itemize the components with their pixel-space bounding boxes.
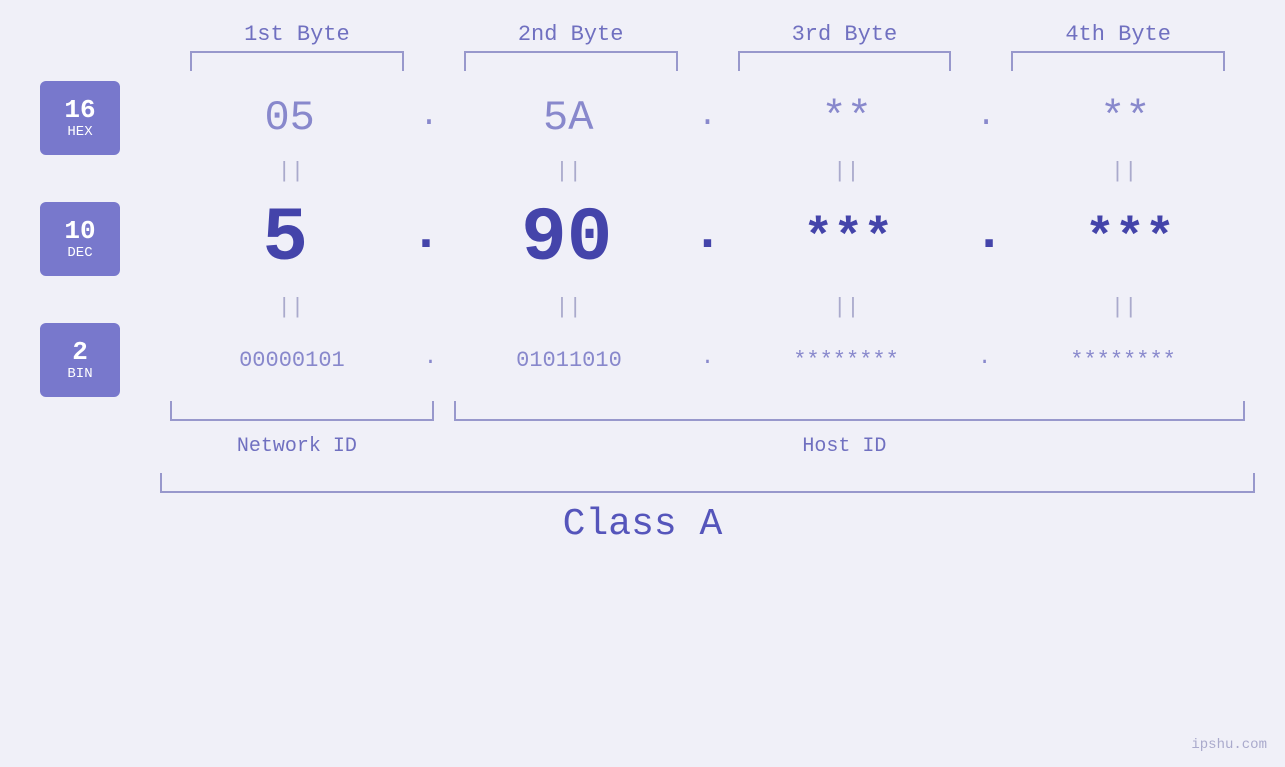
dec-dot1: .	[410, 204, 441, 263]
bin-byte3: ********	[793, 348, 899, 373]
eq1-b2: ||	[438, 159, 700, 184]
bin-byte2: 01011010	[516, 348, 622, 373]
eq2-b1: ||	[160, 295, 422, 320]
bin-badge: 2 BIN	[40, 323, 120, 397]
hex-dot2: .	[698, 97, 717, 134]
hex-badge: 16 HEX	[40, 81, 120, 155]
bin-byte4: ********	[1070, 348, 1176, 373]
byte-header-2: 2nd Byte	[434, 22, 708, 47]
dec-byte3: ***	[803, 211, 893, 268]
byte-header-3: 3rd Byte	[708, 22, 982, 47]
eq1-b4: ||	[993, 159, 1255, 184]
hex-dot3: .	[976, 97, 995, 134]
watermark: ipshu.com	[1191, 737, 1267, 753]
bin-dot1: .	[424, 345, 437, 370]
host-id-label: Host ID	[434, 435, 1255, 458]
dec-byte2: 90	[521, 196, 612, 282]
hex-byte2: 5A	[439, 94, 698, 142]
dec-byte4: ***	[1085, 211, 1175, 268]
hex-byte1: 05	[160, 94, 419, 142]
hex-badge-num: 16	[64, 96, 95, 125]
eq2-b3: ||	[716, 295, 978, 320]
eq2-b2: ||	[438, 295, 700, 320]
bin-dot3: .	[978, 345, 991, 370]
dec-badge: 10 DEC	[40, 202, 120, 276]
byte-header-1: 1st Byte	[160, 22, 434, 47]
dec-badge-label: DEC	[67, 245, 92, 261]
bin-badge-num: 2	[72, 338, 88, 367]
hex-byte4: **	[996, 94, 1255, 142]
eq1-b1: ||	[160, 159, 422, 184]
bin-byte1: 00000101	[239, 348, 345, 373]
dec-byte1: 5	[262, 196, 308, 282]
hex-badge-label: HEX	[67, 124, 92, 140]
network-id-label: Network ID	[160, 435, 434, 458]
dec-dot3: .	[973, 204, 1004, 263]
dec-badge-num: 10	[64, 217, 95, 246]
byte-header-4: 4th Byte	[981, 22, 1255, 47]
hex-byte3: **	[717, 94, 976, 142]
bin-badge-label: BIN	[67, 366, 92, 382]
class-label: Class A	[563, 503, 723, 546]
eq1-b3: ||	[716, 159, 978, 184]
hex-dot1: .	[419, 97, 438, 134]
dec-dot2: .	[692, 204, 723, 263]
eq2-b4: ||	[993, 295, 1255, 320]
bin-dot2: .	[701, 345, 714, 370]
